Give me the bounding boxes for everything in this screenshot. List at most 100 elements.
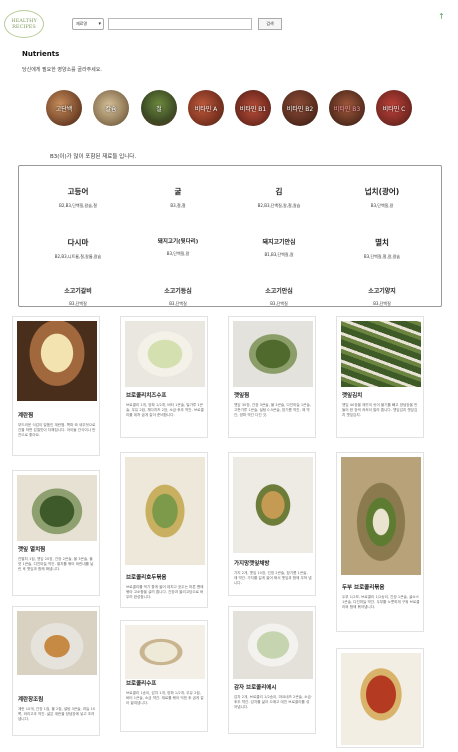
recipe-title[interactable]: 브로콜리수프 [126, 679, 156, 687]
food-nutrients: B2,B3,니트륨,철,칼륨,칼슘 [54, 254, 102, 259]
top-header: HEALTHY RECIPES 재료명 ▾ 검색 ↑ [0, 0, 458, 44]
food-name: 소고기등심 [164, 288, 192, 295]
search-button[interactable]: 검색 [258, 18, 282, 30]
food-name: 김 [275, 187, 283, 196]
nutrient-button-vitamin-b3[interactable]: 비타민 B3 [329, 90, 365, 126]
recipe-image[interactable] [341, 457, 421, 575]
nutrient-button-iron[interactable]: 철 [141, 90, 177, 126]
chevron-down-icon: ▾ [98, 21, 101, 27]
food-name: 굴 [174, 187, 182, 196]
recipe-card[interactable]: 깻잎김치 깻잎 40장을 깨끗이 씻어 물기를 빼고 양념장을 만들어 한 장씩… [336, 316, 424, 438]
nutrient-button-vitamin-b1[interactable]: 비타민 B1 [235, 90, 271, 126]
food-item[interactable]: 김 B2,B3,단백질,칼,철,칼슘 [226, 186, 332, 209]
search-input[interactable] [108, 18, 252, 30]
recipe-card[interactable]: 두부 브로콜리볶음 두부 1/2모, 브로콜리 1/2송이, 간장 1큰술, 굴… [336, 452, 424, 632]
food-item[interactable]: 넙치(광어) B3,단백질,칼 [329, 186, 435, 209]
recipe-description: 브로콜리 1개, 양파 1/2개, 버터 1큰술, 밀가루 1큰술, 우유 2컵… [126, 403, 204, 417]
food-name: 넙치(광어) [364, 187, 400, 196]
recipe-description: 가지 2개, 깻잎 10장, 간장 2큰술, 참기름 1큰술, 깨 약간. 가지… [234, 571, 312, 585]
nutrient-label: 비타민 A [194, 105, 218, 113]
recipe-title[interactable]: 브로콜리호두볶음 [126, 573, 166, 581]
recipe-title[interactable]: 가지망깻잎채방 [234, 559, 269, 567]
recipe-title[interactable]: 깻잎김치 [342, 391, 362, 399]
food-item[interactable]: 굴 B3,철,철 [125, 186, 231, 209]
recipe-image[interactable] [125, 625, 205, 679]
recipe-image[interactable] [17, 321, 97, 401]
recipe-description: 감자 2개, 브로콜리 1/2송이, 마요네즈 2큰술, 소금·후추 약간. 감… [234, 695, 312, 709]
recipe-card[interactable]: 깻잎찜 깻잎 30장, 간장 3큰술, 물 3큰술, 다진마늘 1큰술, 고춧가… [228, 316, 316, 438]
recipe-card[interactable] [336, 648, 424, 748]
recipe-card[interactable]: 브로콜리치즈수프 브로콜리 1개, 양파 1/2개, 버터 1큰술, 밀가루 1… [120, 316, 208, 438]
food-item[interactable]: 소고기갈비 B3,단백질 [25, 286, 131, 306]
recipe-title[interactable]: 계란장조림 [18, 695, 43, 703]
recipe-card[interactable]: 감자 브로콜리에시 감자 2개, 브로콜리 1/2송이, 마요네즈 2큰술, 소… [228, 606, 316, 734]
food-nutrients: B3,단백질 [373, 301, 391, 306]
search-category-select[interactable]: 재료명 ▾ [72, 18, 104, 30]
recipe-description: 두부 1/2모, 브로콜리 1/2송이, 간장 1큰술, 굴소스 1큰술, 다진… [342, 595, 420, 609]
nutrient-label: 고단백 [55, 105, 73, 113]
recipe-description: 브로콜리를 먹기 좋게 썰어 데치고 호두는 마른 팬에 볶아 고소함을 살려 … [126, 585, 204, 599]
recipe-title[interactable]: 계란찜 [18, 411, 33, 419]
recipe-title[interactable]: 두부 브로콜리볶음 [342, 583, 384, 591]
search-category-value: 재료명 [76, 21, 88, 26]
recipe-image[interactable] [233, 457, 313, 553]
recipe-card[interactable]: 계란찜 부드러운 식감이 일품인 계란찜. 쪽파 와 새우젓으로 간을 하면 감… [12, 316, 100, 456]
food-name: 소고기양지 [368, 288, 396, 295]
food-item[interactable]: 소고기양지 B3,단백질 [329, 286, 435, 306]
food-nutrients: B2,B3,단백질,칼슘,철 [59, 203, 97, 208]
recipe-card[interactable]: 계란장조림 계란 10개, 간장 1컵, 물 2컵, 설탕 3큰술, 마늘 10… [12, 606, 100, 736]
recipe-description: 브로콜리 1송이, 감자 1개, 양파 1/2개, 우유 2컵, 버터 1큰술,… [126, 691, 204, 705]
recipe-description: 계란 10개, 간장 1컵, 물 2컵, 설탕 3큰술, 마늘 10쪽, 꽈리고… [18, 707, 96, 721]
recipe-image[interactable] [233, 321, 313, 387]
nutrient-button-protein[interactable]: 고단백 [46, 90, 82, 126]
nutrient-button-vitamin-c[interactable]: 비타민 C [376, 90, 412, 126]
recipe-image[interactable] [125, 457, 205, 565]
nutrient-label: 비타민 B2 [286, 105, 314, 113]
nutrient-label: 비타민 C [382, 105, 406, 113]
nutrient-label: 칼슘 [105, 105, 117, 113]
food-name: 고등어 [67, 187, 89, 196]
page-subtitle: 당신에게 필요한 영양소를 골라주세요. [22, 67, 102, 73]
food-nutrients: B3,단백질 [270, 301, 288, 306]
site-logo[interactable]: HEALTHY RECIPES [4, 10, 44, 38]
recipe-image[interactable] [233, 611, 313, 679]
nutrient-button-calcium[interactable]: 칼슘 [93, 90, 129, 126]
recipe-description: 잔멸치 1컵, 깻잎 20장, 간장 2큰술, 물 3큰술, 물엿 1큰술, 다… [18, 557, 94, 571]
food-nutrients: B1,B3,단백질,칼 [264, 252, 294, 257]
food-item[interactable]: 돼지고기(뒷다리) B3,단백질,칼 [125, 237, 231, 257]
nutrient-label: 비타민 B3 [333, 105, 361, 113]
food-item[interactable]: 소고기안심 B3,단백질 [226, 286, 332, 306]
recipe-image[interactable] [17, 611, 97, 675]
recipe-description: 부드러운 식감이 일품인 계란찜. 쪽파 와 새우젓으로 간을 하면 감칠맛이 … [18, 423, 96, 437]
food-nutrients: B3,단백질 [69, 301, 87, 306]
arrow-up-icon[interactable]: ↑ [438, 12, 445, 21]
food-nutrients: B3,단백질 [169, 301, 187, 306]
food-item[interactable]: 돼지고기안심 B1,B3,단백질,칼 [226, 237, 332, 258]
nutrient-hint: B3(이)가 많이 포함된 재료들 입니다. [50, 154, 137, 160]
recipe-image[interactable] [341, 653, 421, 745]
recipe-title[interactable]: 깻잎찜 [234, 391, 249, 399]
recipe-card[interactable]: 브로콜리수프 브로콜리 1송이, 감자 1개, 양파 1/2개, 우유 2컵, … [120, 620, 208, 732]
food-item[interactable]: 멸치 B3,단백질,철,칼,칼슘 [329, 237, 435, 260]
recipe-title[interactable]: 감자 브로콜리에시 [234, 683, 276, 691]
food-name: 돼지고기(뒷다리) [157, 239, 199, 245]
recipe-image[interactable] [17, 475, 97, 541]
food-nutrients: B3,단백질,칼 [166, 251, 190, 256]
recipe-card[interactable]: 브로콜리호두볶음 브로콜리를 먹기 좋게 썰어 데치고 호두는 마른 팬에 볶아… [120, 452, 208, 608]
food-item[interactable]: 고등어 B2,B3,단백질,칼슘,철 [25, 186, 131, 209]
recipe-image[interactable] [341, 321, 421, 387]
recipe-image[interactable] [125, 321, 205, 387]
recipe-title[interactable]: 깻잎 멸치찜 [18, 545, 45, 553]
food-item[interactable]: 소고기등심 B3,단백질 [125, 286, 231, 306]
food-nutrients: B3,단백질,철,칼,칼슘 [363, 254, 401, 259]
recipe-description: 깻잎 40장을 깨끗이 씻어 물기를 빼고 양념장을 만들어 한 장씩 켜켜이 … [342, 403, 418, 417]
recipe-card[interactable]: 가지망깻잎채방 가지 2개, 깻잎 10장, 간장 2큰술, 참기름 1큰술, … [228, 452, 316, 596]
recipe-title[interactable]: 브로콜리치즈수프 [126, 391, 166, 399]
nutrient-button-vitamin-a[interactable]: 비타민 A [188, 90, 224, 126]
food-list-panel[interactable]: 고등어 B2,B3,단백질,칼슘,철 굴 B3,철,철 김 B2,B3,단백질,… [18, 165, 442, 307]
food-item[interactable]: 다시마 B2,B3,니트륨,철,칼륨,칼슘 [25, 237, 131, 260]
food-nutrients: B3,단백질,칼 [370, 203, 394, 208]
nutrient-button-vitamin-b2[interactable]: 비타민 B2 [282, 90, 318, 126]
recipe-card[interactable]: 깻잎 멸치찜 잔멸치 1컵, 깻잎 20장, 간장 2큰술, 물 3큰술, 물엿… [12, 470, 100, 596]
food-name: 다시마 [67, 238, 89, 247]
